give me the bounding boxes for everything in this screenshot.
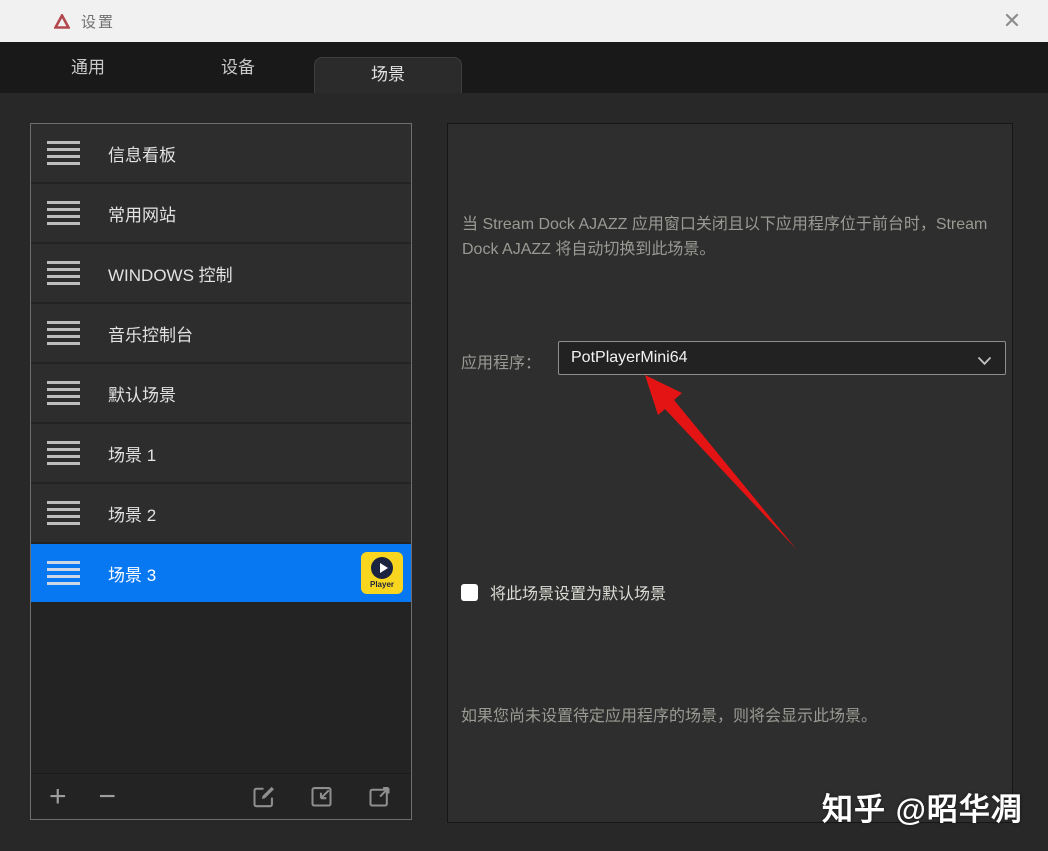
drag-handle-icon[interactable] [47,141,80,165]
scene-label: 场景 3 [108,565,157,585]
tab-bar: 通用 设备 场景 [0,42,1048,93]
potplayer-app-icon: Player [361,552,403,594]
application-dropdown-value: PotPlayerMini64 [571,349,688,366]
play-circle-icon [371,557,393,579]
application-label: 应用程序： [461,355,542,372]
scene-label: 信息看板 [108,145,176,165]
zhihu-watermark: 知乎 @昭华凋 [822,792,1023,827]
rename-scene-icon[interactable] [250,783,277,810]
application-dropdown[interactable]: PotPlayerMini64 [558,341,1006,375]
drag-handle-icon[interactable] [47,201,80,225]
titlebar: 设置 ✕ [0,0,1048,42]
scene-label: 场景 1 [108,445,157,465]
set-default-scene-row[interactable]: 将此场景设置为默认场景 [461,580,666,604]
remove-scene-button[interactable]: − [99,781,117,812]
scene-label: 默认场景 [108,385,176,405]
close-icon[interactable]: ✕ [990,0,1034,42]
scene-label: 场景 2 [108,505,157,525]
tab-general[interactable]: 通用 [14,42,162,93]
drag-handle-icon[interactable] [47,561,80,585]
drag-handle-icon[interactable] [47,381,80,405]
auto-switch-description: 当 Stream Dock AJAZZ 应用窗口关闭且以下应用程序位于前台时，S… [462,216,988,258]
import-scene-icon[interactable] [308,783,335,810]
window-title: 设置 [81,13,116,31]
scene-list-toolbar: + − [31,773,411,819]
scene-row-scene-3-selected[interactable]: 场景 3 Player [31,544,411,602]
chevron-down-icon [977,353,992,366]
scene-detail-panel: 当 Stream Dock AJAZZ 应用窗口关闭且以下应用程序位于前台时，S… [447,123,1013,823]
scene-row-info-board[interactable]: 信息看板 [31,124,411,182]
scene-row-default-scene[interactable]: 默认场景 [31,364,411,422]
drag-handle-icon[interactable] [47,501,80,525]
set-default-checkbox[interactable] [461,583,478,601]
scene-row-windows-control[interactable]: WINDOWS 控制 [31,244,411,302]
drag-handle-icon[interactable] [47,441,80,465]
set-default-label: 将此场景设置为默认场景 [490,586,667,603]
scene-row-scene-1[interactable]: 场景 1 [31,424,411,482]
scene-label: 常用网站 [108,205,176,225]
scene-label: 音乐控制台 [108,325,193,345]
scene-row-common-sites[interactable]: 常用网站 [31,184,411,242]
scene-label: WINDOWS 控制 [108,265,233,285]
drag-handle-icon[interactable] [47,261,80,285]
add-scene-button[interactable]: + [49,781,67,812]
tab-device[interactable]: 设备 [164,42,312,93]
drag-handle-icon[interactable] [47,321,80,345]
app-logo-icon [54,13,70,29]
export-scene-icon[interactable] [366,783,393,810]
fallback-hint-text: 如果您尚未设置待定应用程序的场景，则将会显示此场景。 [461,708,878,725]
scene-row-music-console[interactable]: 音乐控制台 [31,304,411,362]
scene-row-scene-2[interactable]: 场景 2 [31,484,411,542]
scene-list-panel: 信息看板 常用网站 WINDOWS 控制 音乐控制台 默认场景 场景 1 场景 … [30,123,412,820]
tab-scene[interactable]: 场景 [314,57,462,93]
